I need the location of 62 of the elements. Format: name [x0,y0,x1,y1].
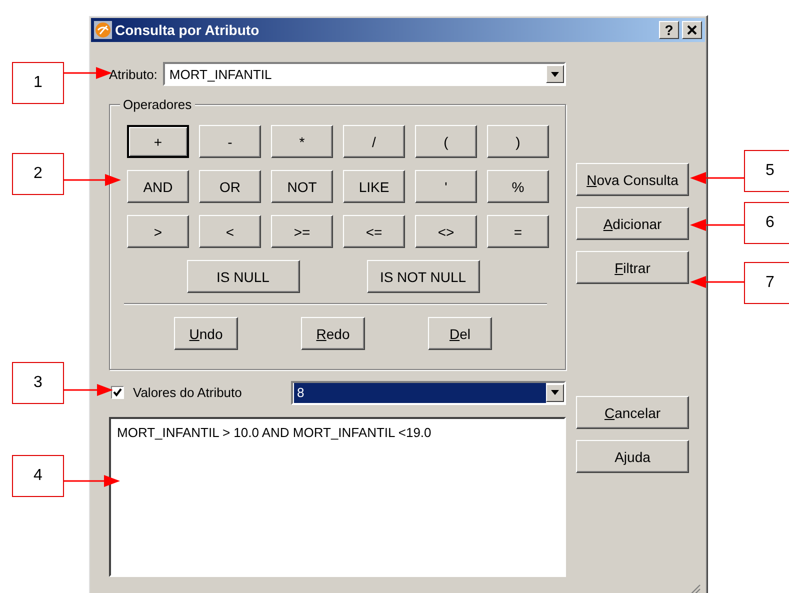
callout-number: 7 [744,262,789,304]
callout-number: 6 [744,202,789,244]
callout-arrow [690,172,744,184]
dialog-button[interactable]: Ajuda [576,440,689,473]
edit-button[interactable]: Redo [301,317,365,350]
values-checkbox[interactable] [111,386,124,399]
operator-button[interactable]: * [271,125,333,158]
callout-number: 1 [12,62,64,104]
operator-button[interactable]: = [487,215,549,248]
operator-button[interactable]: ( [415,125,477,158]
resize-grip-icon[interactable] [689,584,701,593]
callout-number: 4 [12,455,64,497]
operator-button[interactable]: <> [415,215,477,248]
operator-button[interactable]: ) [487,125,549,158]
close-icon [687,25,697,35]
caret-icon [551,390,559,395]
expression-field[interactable]: MORT_INFANTIL > 10.0 AND MORT_INFANTIL <19.0 [109,417,566,577]
values-value: 8 [294,382,546,402]
globe-icon [94,21,112,39]
operator-button[interactable]: IS NOT NULL [366,260,480,293]
operator-button[interactable]: > [127,215,189,248]
callout-arrow [690,219,744,231]
callout-arrow [64,475,120,487]
action-button[interactable]: Filtrar [576,251,689,284]
operator-button[interactable]: - [199,125,261,158]
operator-button[interactable]: NOT [271,170,333,203]
operator-button[interactable]: >= [271,215,333,248]
help-button[interactable]: ? [659,21,679,39]
checkbox-label: Valores do Atributo [133,385,243,400]
operator-button[interactable]: AND [127,170,189,203]
operator-button[interactable]: / [343,125,405,158]
callout-number: 5 [744,150,789,192]
group-title: Operadores [120,97,195,112]
close-button[interactable] [682,21,702,39]
dialog-button[interactable]: Cancelar [576,396,689,429]
action-button[interactable]: Adicionar [576,207,689,240]
action-button[interactable]: Nova Consulta [576,163,689,196]
caret-icon [551,72,559,76]
operator-button[interactable]: IS NULL [186,260,300,293]
edit-button[interactable]: Del [428,317,492,350]
attribute-label: Atributo: [109,66,158,82]
callout-arrow [64,384,113,396]
dropdown-button[interactable] [546,65,564,83]
window-title: Consulta por Atributo [115,22,260,38]
expression-text: MORT_INFANTIL > 10.0 AND MORT_INFANTIL <19.0 [117,425,432,440]
attribute-dropdown[interactable]: MORT_INFANTIL [163,62,566,86]
operator-button[interactable]: ' [415,170,477,203]
operator-button[interactable]: <= [343,215,405,248]
dropdown-button[interactable] [546,384,564,402]
operator-button[interactable]: OR [199,170,261,203]
callout-number: 3 [12,362,64,404]
attribute-value: MORT_INFANTIL [169,66,273,82]
check-icon [113,388,122,397]
callout-arrow [690,276,744,288]
operator-button[interactable]: + [127,125,189,158]
edit-button[interactable]: Undo [174,317,238,350]
operator-button[interactable]: % [487,170,549,203]
callout-number: 2 [12,153,64,195]
operator-button[interactable]: < [199,215,261,248]
values-dropdown[interactable]: 8 [291,380,566,404]
callout-arrow [64,174,121,186]
operator-button[interactable]: LIKE [343,170,405,203]
